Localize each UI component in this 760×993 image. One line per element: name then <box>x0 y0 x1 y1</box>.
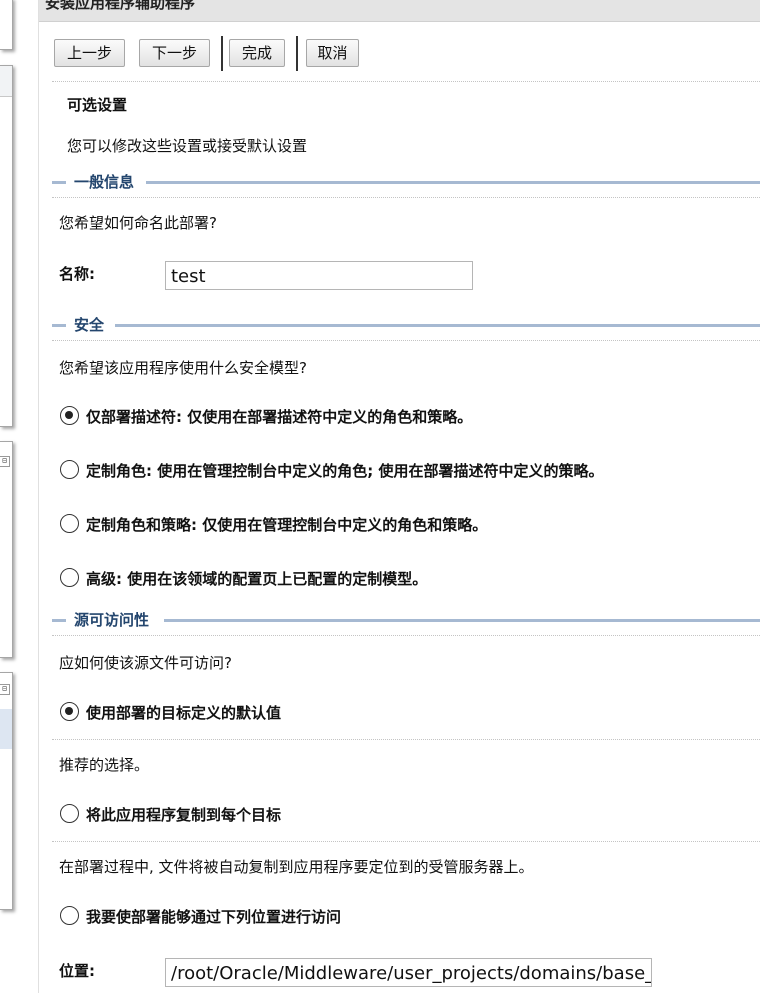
source-option-radio[interactable] <box>60 804 79 823</box>
left-panel-1 <box>0 0 13 50</box>
source-option-label[interactable]: 使用部署的目标定义的默认值 <box>86 702 281 723</box>
assistant-title: 安装应用程序辅助程序 <box>45 0 196 12</box>
divider <box>52 635 760 636</box>
left-panel-selected-row[interactable] <box>0 709 12 749</box>
name-label: 名称: <box>59 265 95 283</box>
location-label: 位置: <box>59 962 95 980</box>
source-option-radio[interactable] <box>60 702 79 721</box>
left-panel-3: ⊟ <box>0 441 13 658</box>
source-option-label[interactable]: 将此应用程序复制到每个目标 <box>86 804 281 825</box>
section-title: 一般信息 <box>74 173 135 191</box>
left-navigation-strip: ⊟ ⊟ <box>0 0 14 993</box>
toolbar-separator <box>296 36 298 71</box>
content-divider <box>38 0 39 993</box>
cancel-button[interactable]: 取消 <box>306 39 359 67</box>
section-title: 安全 <box>74 316 105 334</box>
location-input[interactable]: /root/Oracle/Middleware/user_projects/do… <box>165 958 652 987</box>
source-option-label[interactable]: 我要使部署能够通过下列位置进行访问 <box>86 906 341 927</box>
source-option-radio[interactable] <box>60 906 79 925</box>
divider <box>52 340 760 341</box>
back-button[interactable]: 上一步 <box>54 39 125 67</box>
name-input[interactable]: test <box>165 261 473 290</box>
divider <box>52 841 760 842</box>
page-description: 您可以修改这些设置或接受默认设置 <box>67 137 308 155</box>
section-header-security: 安全 <box>52 314 760 336</box>
collapse-icon[interactable]: ⊟ <box>0 684 10 695</box>
source-option-note: 推荐的选择。 <box>59 756 150 774</box>
section-header-source: 源可访问性 <box>52 609 760 631</box>
source-question: 应如何使该源文件可访问? <box>59 654 232 672</box>
divider <box>52 81 760 82</box>
divider <box>52 739 760 740</box>
security-option-radio[interactable] <box>60 514 79 533</box>
divider <box>52 197 760 198</box>
security-option-label[interactable]: 高级: 使用在该领域的配置页上已配置的定制模型。 <box>86 568 427 589</box>
page-heading: 可选设置 <box>67 96 128 114</box>
left-panel-2-header <box>0 66 12 97</box>
left-panel-4: ⊟ <box>0 672 13 910</box>
security-option-radio[interactable] <box>60 460 79 479</box>
section-title: 源可访问性 <box>74 611 150 629</box>
collapse-icon[interactable]: ⊟ <box>0 456 10 467</box>
security-option-label[interactable]: 定制角色和策略: 仅使用在管理控制台中定义的角色和策略。 <box>86 514 487 535</box>
left-panel-2 <box>0 65 13 427</box>
security-option-radio[interactable] <box>60 568 79 587</box>
security-option-label[interactable]: 定制角色: 使用在管理控制台中定义的角色; 使用在部署描述符中定义的策略。 <box>86 460 603 481</box>
finish-button[interactable]: 完成 <box>229 39 285 67</box>
next-button[interactable]: 下一步 <box>139 39 210 67</box>
source-option-note: 在部署过程中, 文件将被自动复制到应用程序要定位到的受管服务器上。 <box>59 858 534 876</box>
security-question: 您希望该应用程序使用什么安全模型? <box>59 359 307 377</box>
assistant-title-bar: 安装应用程序辅助程序 <box>39 0 760 22</box>
section-header-general: 一般信息 <box>52 171 760 193</box>
general-question: 您希望如何命名此部署? <box>59 214 217 232</box>
security-option-label[interactable]: 仅部署描述符: 仅使用在部署描述符中定义的角色和策略。 <box>86 406 472 427</box>
security-option-radio[interactable] <box>60 406 79 425</box>
toolbar-separator <box>221 36 223 71</box>
